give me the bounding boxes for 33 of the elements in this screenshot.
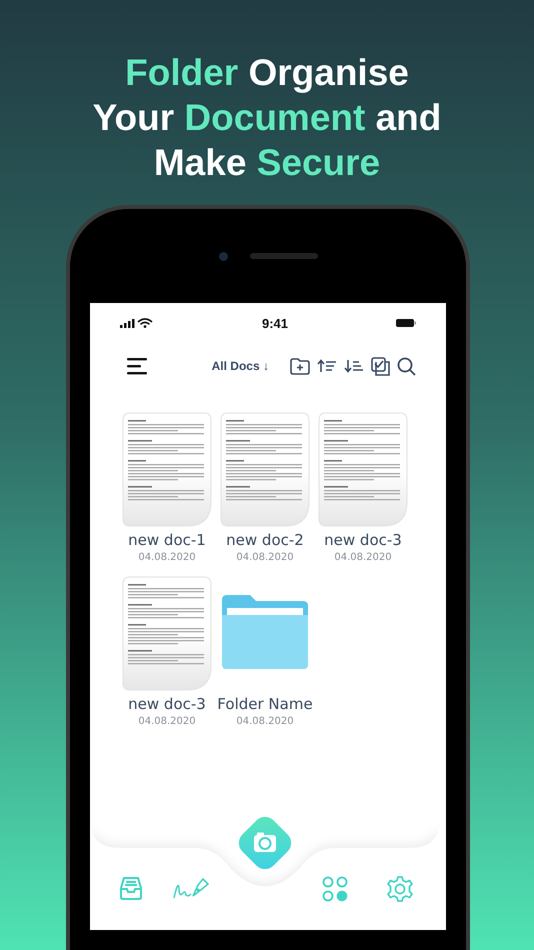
document-thumbnail[interactable]: [220, 412, 310, 527]
file-date: 04.08.2020: [236, 551, 294, 564]
file-name: new doc-3: [128, 695, 206, 713]
file-name: Folder Name: [217, 695, 313, 713]
add-folder-icon[interactable]: [290, 358, 310, 374]
apps-icon[interactable]: [322, 876, 348, 902]
file-name: new doc-1: [128, 531, 206, 549]
file-date: 04.08.2020: [334, 551, 392, 564]
select-all-icon[interactable]: [371, 356, 390, 376]
sort-ascending-icon[interactable]: [317, 359, 337, 373]
headline-line: Make Secure: [154, 141, 380, 185]
status-icons: [120, 318, 154, 328]
file-date: 04.08.2020: [138, 551, 196, 564]
filter-dropdown[interactable]: All Docs ↓: [212, 359, 269, 373]
file-name: new doc-3: [324, 531, 402, 549]
speaker-grille: [250, 253, 318, 259]
document-thumbnail[interactable]: [318, 412, 408, 527]
document-thumbnail[interactable]: [122, 576, 212, 691]
menu-icon[interactable]: [127, 357, 147, 375]
file-date: 04.08.2020: [236, 715, 294, 728]
inbox-icon[interactable]: [119, 876, 143, 900]
file-date: 04.08.2020: [138, 715, 196, 728]
sort-descending-icon[interactable]: [344, 359, 364, 373]
camera-lens: [218, 252, 228, 260]
headline-line: Your Document and: [92, 96, 442, 140]
file-name: new doc-2: [226, 531, 304, 549]
battery-icon: [396, 319, 416, 327]
signature-pen-icon[interactable]: [172, 876, 210, 900]
status-time: 9:41: [262, 316, 288, 330]
search-icon[interactable]: [397, 356, 416, 376]
settings-icon[interactable]: [387, 876, 413, 902]
headline-line: Folder Organise: [125, 51, 409, 95]
document-thumbnail[interactable]: [122, 412, 212, 527]
